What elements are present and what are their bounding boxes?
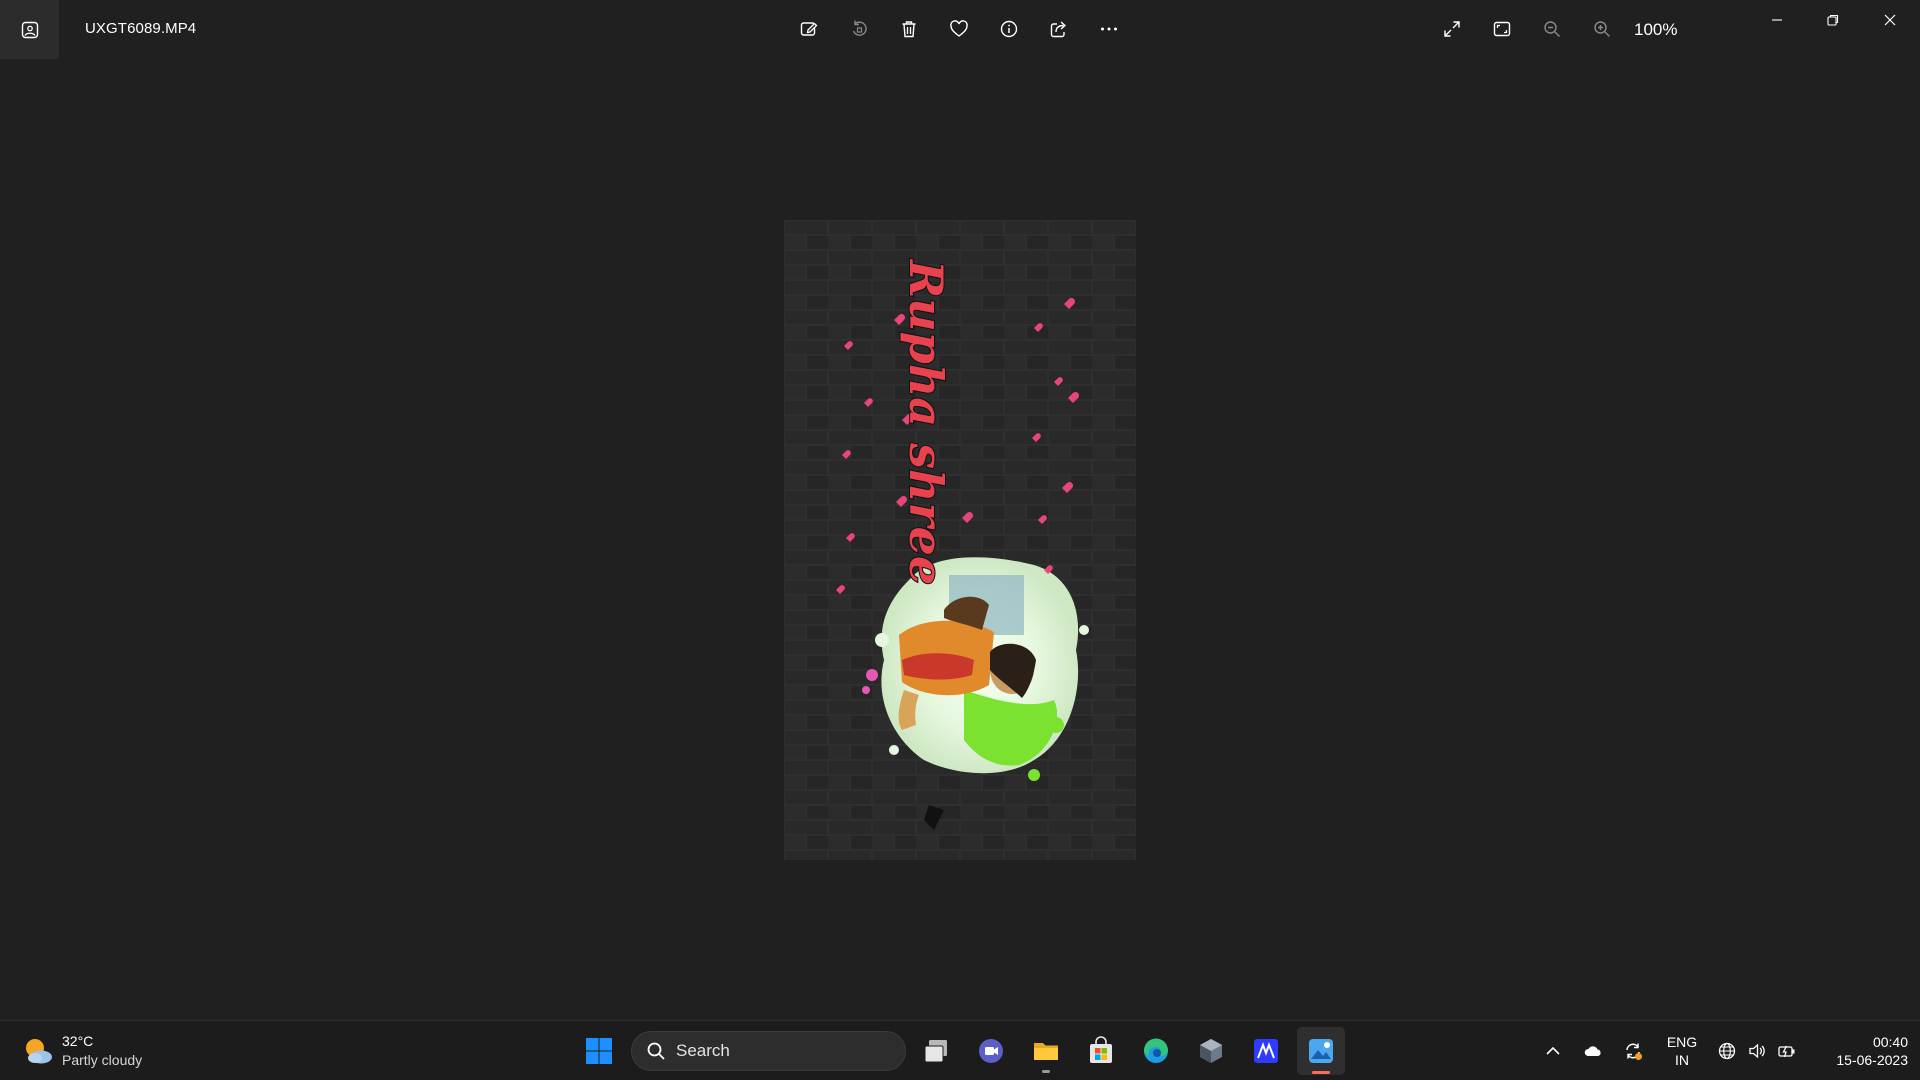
photos-app-button[interactable] — [0, 0, 59, 59]
share-button[interactable] — [1040, 10, 1078, 48]
restore-icon — [1827, 14, 1839, 26]
restore-button[interactable] — [1805, 0, 1861, 40]
language-code: ENG — [1666, 1034, 1698, 1050]
task-view-button[interactable] — [912, 1027, 960, 1075]
zoom-in-icon — [1594, 21, 1610, 37]
active-app-indicator — [1312, 1071, 1330, 1074]
sync-icon — [1626, 1043, 1642, 1060]
search-icon — [647, 1042, 665, 1060]
more-options-button[interactable] — [1090, 10, 1128, 48]
speaker-icon — [1749, 1043, 1765, 1059]
weather-widget[interactable]: 32°C Partly cloudy — [22, 1031, 182, 1071]
microsoft-store-button[interactable] — [1077, 1027, 1125, 1075]
video-frame-graphic: Rupha shree — [784, 220, 1136, 860]
start-button[interactable] — [575, 1027, 623, 1075]
close-button[interactable] — [1862, 0, 1918, 40]
region-code: IN — [1675, 1052, 1689, 1068]
photos-taskbar-icon — [1309, 1039, 1333, 1063]
system-clock[interactable]: 00:40 15-06-2023 — [1808, 1033, 1908, 1069]
taskbar-search[interactable]: Search — [631, 1031, 906, 1071]
share-icon — [1050, 21, 1067, 38]
clock-time: 00:40 — [1872, 1034, 1908, 1050]
favorite-button[interactable] — [940, 10, 978, 48]
photos-app-icon — [21, 21, 38, 38]
battery-charging-icon — [1778, 1045, 1795, 1058]
minimize-icon — [1772, 19, 1782, 21]
editor-app-icon — [1254, 1039, 1278, 1063]
weather-condition: Partly cloudy — [62, 1052, 143, 1068]
input-language-indicator[interactable]: ENG IN — [1656, 1033, 1708, 1069]
video-frame[interactable]: Rupha shree — [784, 220, 1136, 860]
media-viewer-canvas[interactable]: Rupha shree — [0, 59, 1920, 1020]
teams-chat-button[interactable] — [967, 1027, 1015, 1075]
task-view-icon — [924, 1040, 947, 1063]
volume-button[interactable] — [1740, 1033, 1774, 1069]
zoom-out-icon — [1544, 21, 1560, 37]
rotate-icon — [852, 20, 867, 36]
fullscreen-button[interactable] — [1433, 10, 1471, 48]
clock-date: 15-06-2023 — [1836, 1052, 1908, 1068]
editor-app-button[interactable] — [1242, 1027, 1290, 1075]
start-icon — [586, 1038, 612, 1064]
partly-cloudy-icon — [26, 1039, 52, 1064]
onedrive-cloud-icon — [1584, 1046, 1601, 1056]
file-name-title: UXGT6089.MP4 — [85, 20, 197, 37]
edge-browser-button[interactable] — [1132, 1027, 1180, 1075]
rotate-button[interactable] — [840, 10, 878, 48]
file-explorer-button[interactable] — [1022, 1027, 1070, 1075]
edit-image-button[interactable] — [790, 10, 828, 48]
weather-temperature: 32°C — [62, 1033, 94, 1049]
fit-to-window-button[interactable] — [1483, 10, 1521, 48]
favorite-heart-icon — [950, 20, 968, 37]
more-options-icon — [1101, 27, 1117, 31]
delete-button[interactable] — [890, 10, 928, 48]
search-label: Search — [676, 1041, 730, 1060]
file-explorer-icon — [1034, 1043, 1058, 1060]
photos-app-window: UXGT6089.MP4 100% Rupha shree 32°C Partl… — [0, 0, 1920, 1080]
edit-image-icon — [800, 22, 818, 36]
dev-app-button[interactable] — [1187, 1027, 1235, 1075]
delete-icon — [902, 21, 916, 38]
sync-status-button[interactable] — [1616, 1033, 1650, 1069]
network-globe-icon — [1718, 1042, 1736, 1060]
taskbar: 32°C Partly cloudy Search ENG IN 00:40 1… — [0, 1020, 1920, 1080]
microsoft-store-icon — [1090, 1036, 1112, 1063]
edge-browser-icon — [1143, 1038, 1168, 1063]
battery-button[interactable] — [1770, 1033, 1804, 1069]
show-hidden-icons-button[interactable] — [1536, 1033, 1570, 1069]
running-indicator — [1042, 1070, 1050, 1073]
fullscreen-icon — [1444, 21, 1460, 37]
onedrive-button[interactable] — [1576, 1033, 1610, 1069]
zoom-level[interactable]: 100% — [1634, 20, 1677, 40]
title-bar: UXGT6089.MP4 100% — [0, 0, 1920, 59]
fit-to-window-icon — [1493, 21, 1511, 37]
close-icon — [1884, 14, 1896, 26]
photos-app-taskbar-button[interactable] — [1297, 1027, 1345, 1075]
teams-chat-icon — [979, 1039, 1003, 1063]
zoom-out-button[interactable] — [1533, 10, 1571, 48]
info-button[interactable] — [990, 10, 1028, 48]
network-button[interactable] — [1710, 1033, 1744, 1069]
zoom-in-button[interactable] — [1583, 10, 1621, 48]
minimize-button[interactable] — [1749, 0, 1805, 40]
chevron-up-icon — [1546, 1046, 1560, 1055]
video-overlay-title: Rupha shree — [899, 258, 953, 585]
info-icon — [1000, 20, 1018, 38]
dev-app-icon — [1200, 1039, 1222, 1063]
